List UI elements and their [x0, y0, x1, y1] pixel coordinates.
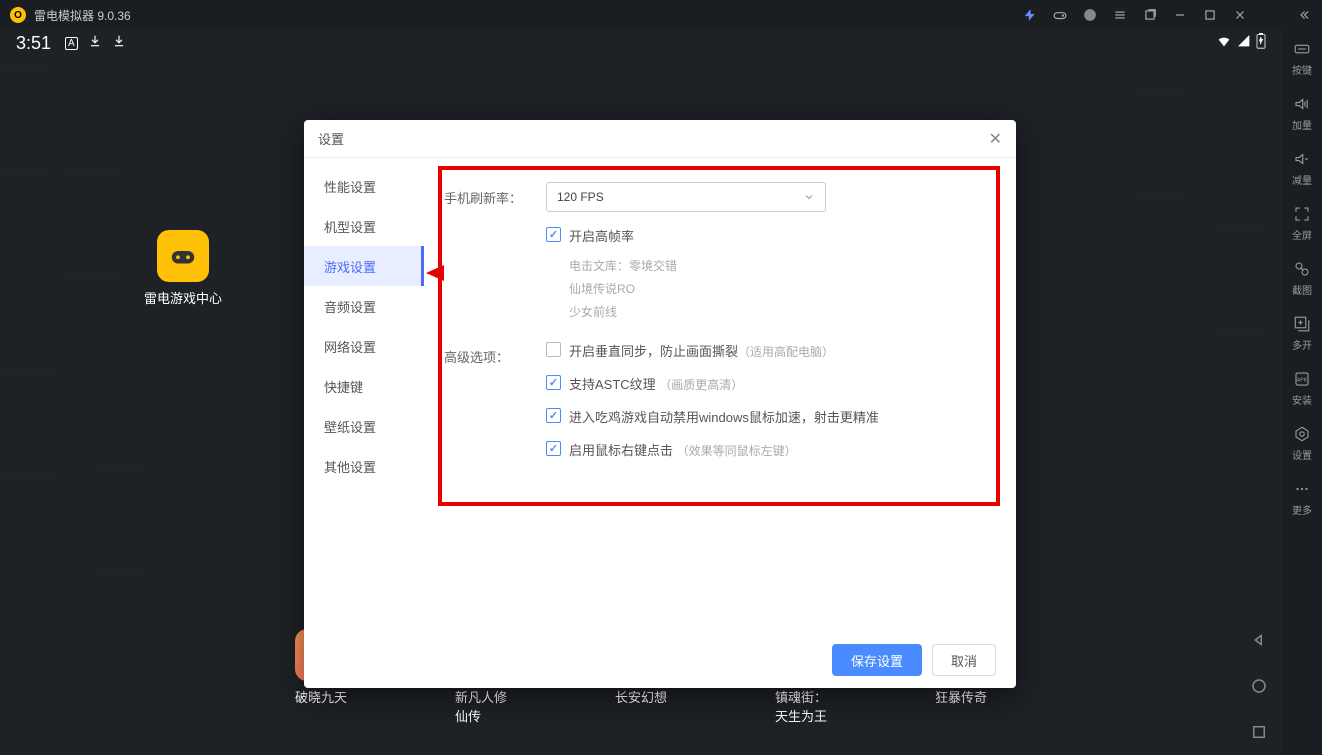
- game-center-icon: [157, 230, 209, 282]
- sidebar-item-network[interactable]: 网络设置: [304, 326, 424, 366]
- wifi-icon: [1216, 33, 1232, 54]
- close-icon[interactable]: [1232, 7, 1248, 23]
- chevron-down-icon: [803, 191, 815, 203]
- popout-icon[interactable]: [1142, 7, 1158, 23]
- rail-keymap[interactable]: 按键: [1292, 40, 1312, 77]
- sidebar-item-model[interactable]: 机型设置: [304, 206, 424, 246]
- sidebar-item-shortcut[interactable]: 快捷键: [304, 366, 424, 406]
- refresh-rate-label: 手机刷新率：: [444, 182, 546, 323]
- rail-install[interactable]: APK安装: [1292, 370, 1312, 407]
- high-fps-checkbox[interactable]: [546, 227, 561, 242]
- vsync-label: 开启垂直同步，防止画面撕裂: [569, 344, 738, 359]
- download-icon-2: [112, 34, 126, 53]
- high-fps-label: 开启高帧率: [569, 226, 634, 245]
- signal-icon: [1236, 33, 1252, 54]
- sidebar-item-game[interactable]: 游戏设置: [304, 246, 424, 286]
- settings-dialog: 设置 ✕ 性能设置 机型设置 游戏设置 音频设置 网络设置 快捷键 壁纸设置 其…: [304, 120, 1016, 688]
- save-button[interactable]: 保存设置: [832, 644, 922, 676]
- emulator-screen: 3:51 A 雷电游戏中心 O破晓九天 O新凡人修仙传 O长安幻想 O镇魂街：天…: [0, 30, 1282, 755]
- battery-icon: [1256, 33, 1266, 54]
- collapse-rail-icon[interactable]: [1296, 7, 1312, 23]
- android-status-bar: 3:51 A: [0, 30, 1282, 56]
- highlight-arrow-icon: [426, 265, 444, 281]
- settings-sidebar: 性能设置 机型设置 游戏设置 音频设置 网络设置 快捷键 壁纸设置 其他设置: [304, 158, 424, 632]
- input-method-icon: A: [65, 37, 78, 50]
- mouse-accel-checkbox[interactable]: [546, 408, 561, 423]
- android-nav-buttons: [1250, 631, 1268, 741]
- rail-volume-up[interactable]: 加量: [1292, 95, 1312, 132]
- maximize-icon[interactable]: [1202, 7, 1218, 23]
- sidebar-item-audio[interactable]: 音频设置: [304, 286, 424, 326]
- dialog-close-button[interactable]: ✕: [989, 129, 1002, 149]
- lightning-icon[interactable]: [1022, 7, 1038, 23]
- rail-fullscreen[interactable]: 全屏: [1292, 205, 1312, 242]
- minimize-icon[interactable]: [1172, 7, 1188, 23]
- menu-icon[interactable]: [1112, 7, 1128, 23]
- astc-checkbox[interactable]: [546, 375, 561, 390]
- mouse-accel-label: 进入吃鸡游戏自动禁用windows鼠标加速，射击更精准: [569, 407, 879, 426]
- download-icon: [88, 34, 102, 53]
- clock: 3:51: [16, 33, 51, 54]
- astc-hint: （画质更高清）: [659, 378, 743, 392]
- game-center-app[interactable]: 雷电游戏中心: [144, 230, 222, 307]
- avatar-icon[interactable]: [1082, 7, 1098, 23]
- sidebar-item-other[interactable]: 其他设置: [304, 446, 424, 486]
- gamepad-icon[interactable]: [1052, 7, 1068, 23]
- dialog-title: 设置: [318, 129, 344, 148]
- app-logo-icon: O: [10, 7, 26, 23]
- back-icon[interactable]: [1250, 631, 1268, 649]
- vsync-checkbox[interactable]: [546, 342, 561, 357]
- sidebar-item-performance[interactable]: 性能设置: [304, 166, 424, 206]
- astc-label: 支持ASTC纹理: [569, 377, 656, 392]
- right-click-checkbox[interactable]: [546, 441, 561, 456]
- rail-settings[interactable]: 设置: [1292, 425, 1312, 462]
- rail-more[interactable]: 更多: [1292, 480, 1312, 517]
- right-rail: 按键 加量 减量 全屏 截图 多开 APK安装 设置 更多: [1282, 30, 1322, 755]
- right-click-hint: （效果等同鼠标左键）: [677, 444, 797, 458]
- right-click-label: 启用鼠标右键点击: [569, 443, 673, 458]
- refresh-rate-select[interactable]: 120 FPS: [546, 182, 826, 212]
- vsync-hint: （适用高配电脑）: [738, 345, 834, 359]
- svg-text:APK: APK: [1297, 377, 1308, 383]
- recents-icon[interactable]: [1250, 723, 1268, 741]
- settings-content: 手机刷新率： 120 FPS 开启高帧率: [424, 158, 1016, 632]
- rail-volume-down[interactable]: 减量: [1292, 150, 1312, 187]
- rail-multi[interactable]: 多开: [1292, 315, 1312, 352]
- game-center-label: 雷电游戏中心: [144, 288, 222, 307]
- high-fps-game-list: 电击文库：零境交错 仙境传说RO 少女前线: [569, 255, 1002, 323]
- sidebar-item-wallpaper[interactable]: 壁纸设置: [304, 406, 424, 446]
- cancel-button[interactable]: 取消: [932, 644, 996, 676]
- advanced-label: 高级选项：: [444, 341, 546, 469]
- home-icon[interactable]: [1250, 677, 1268, 695]
- app-title: 雷电模拟器 9.0.36: [34, 7, 131, 24]
- titlebar: O 雷电模拟器 9.0.36: [0, 0, 1322, 30]
